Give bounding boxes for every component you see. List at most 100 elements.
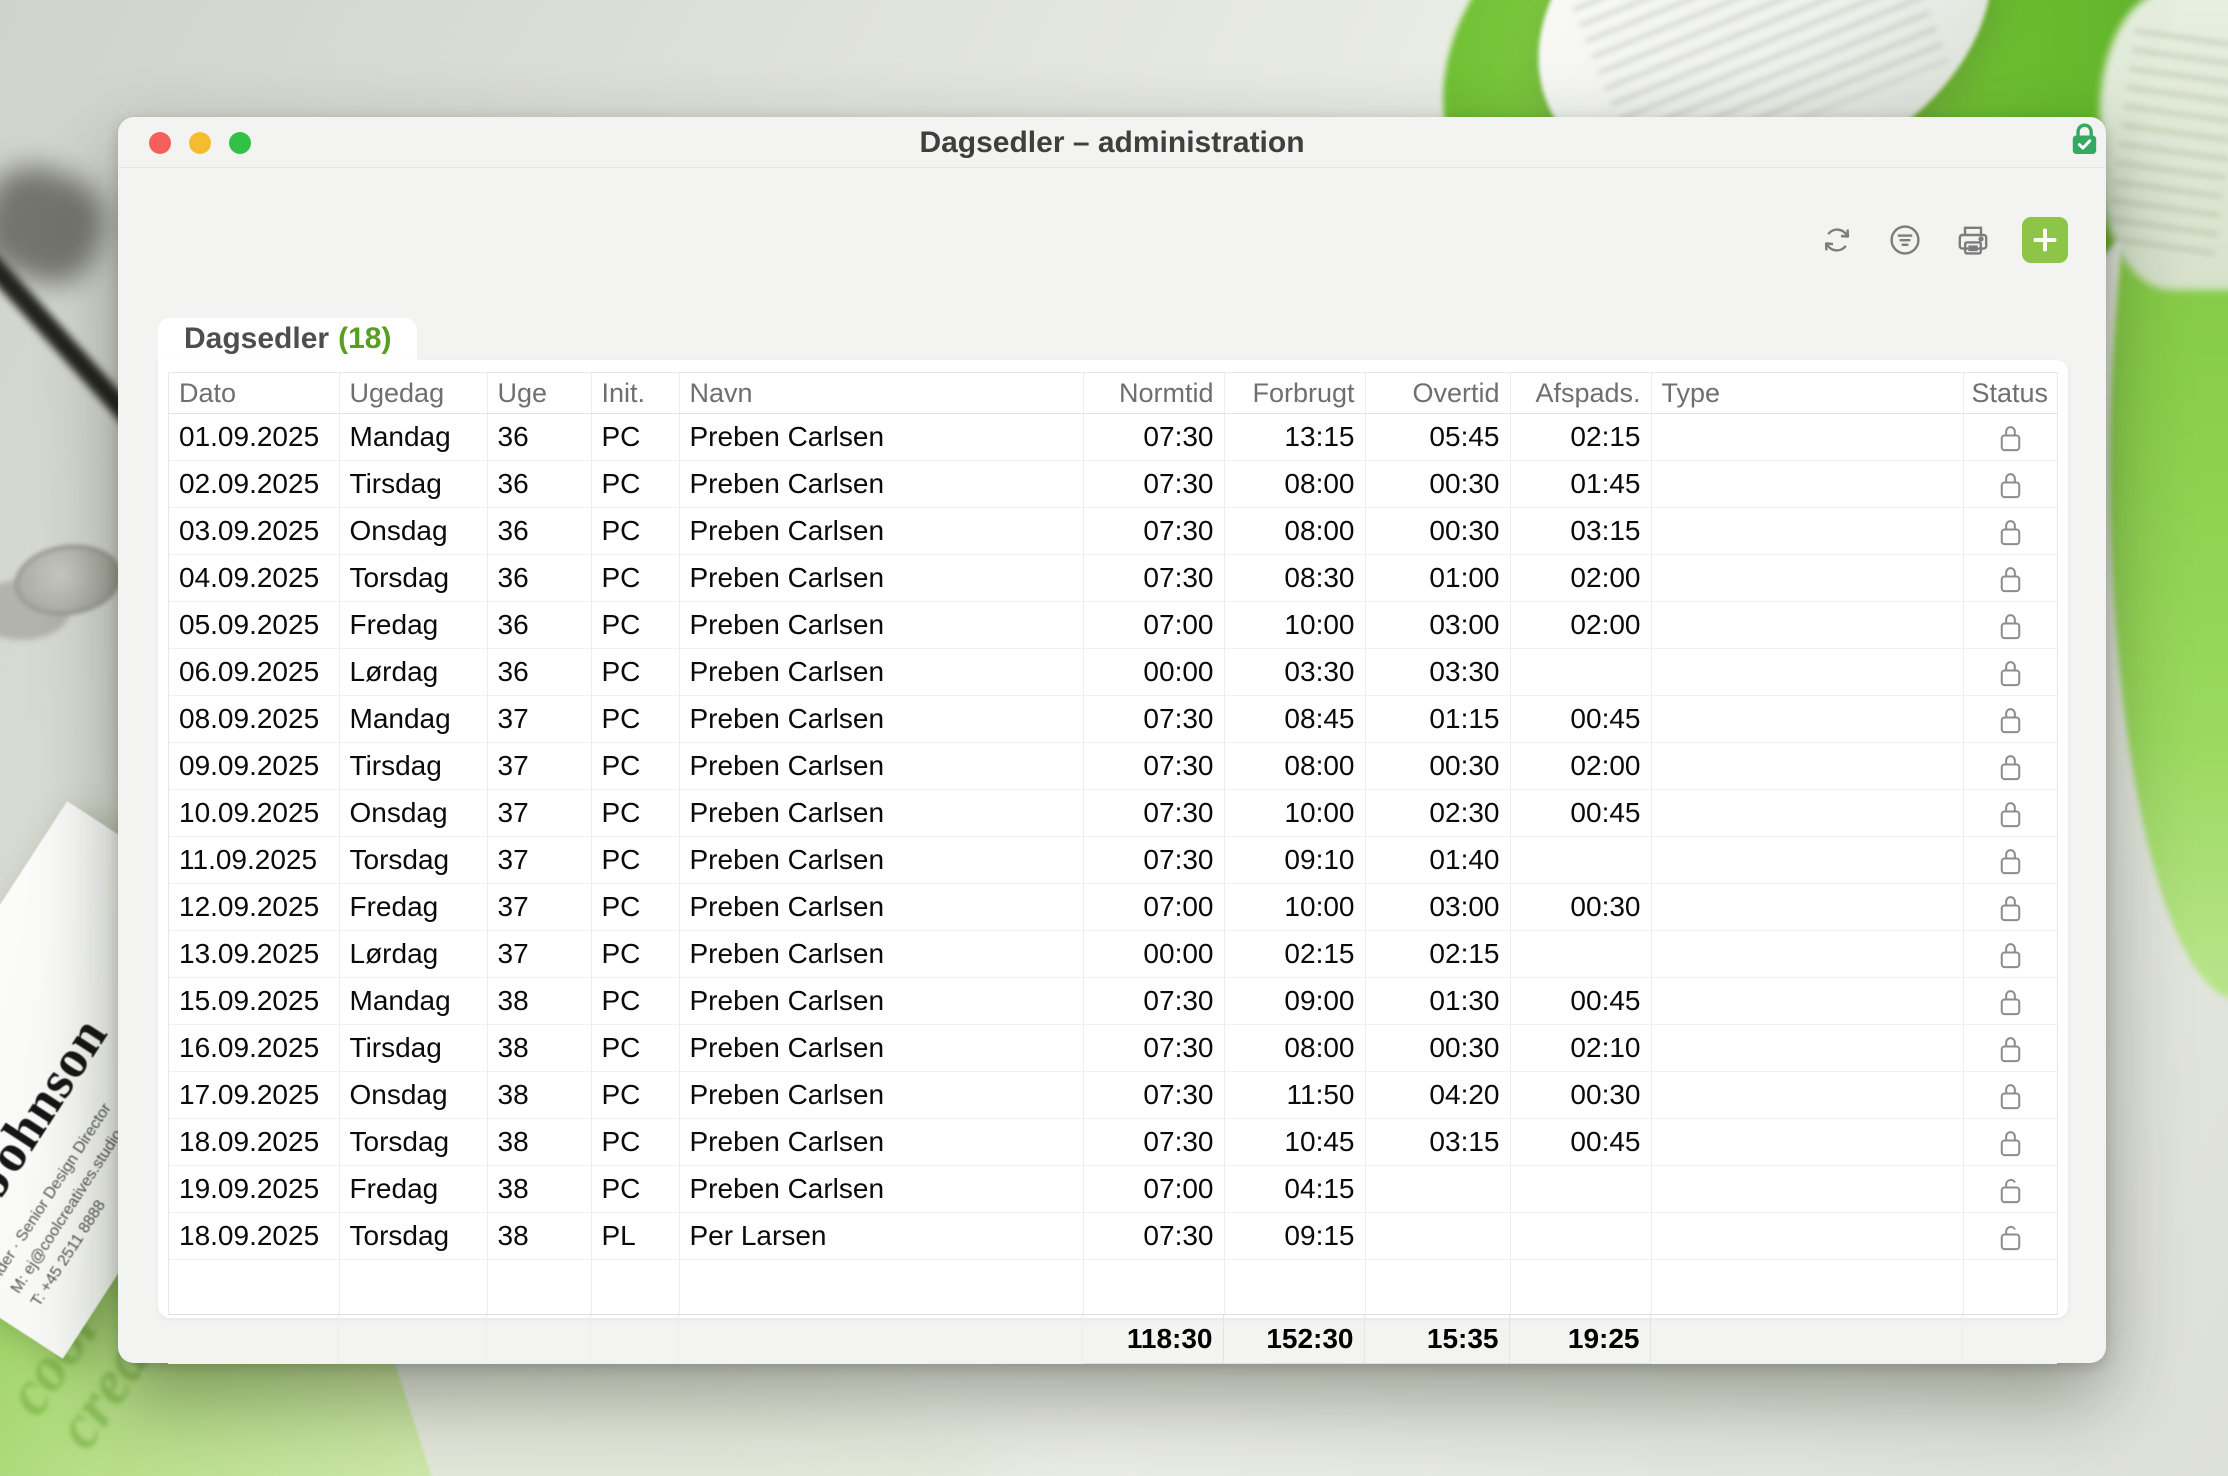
cell-navn: Preben Carlsen (679, 461, 1083, 508)
tab-dagsedler[interactable]: Dagsedler (18) (158, 318, 417, 360)
cell-type (1651, 1213, 1963, 1260)
cell-afspads: 00:30 (1510, 1072, 1651, 1119)
print-button[interactable] (1954, 221, 1992, 259)
cell-navn: Preben Carlsen (679, 414, 1083, 461)
table-row[interactable]: 11.09.2025 Torsdag 37 PC Preben Carlsen … (169, 837, 2058, 884)
cell-forbrugt: 13:15 (1224, 414, 1365, 461)
cell-overtid: 05:45 (1365, 414, 1510, 461)
col-header-type[interactable]: Type (1651, 373, 1963, 414)
table-row[interactable]: 09.09.2025 Tirsdag 37 PC Preben Carlsen … (169, 743, 2058, 790)
cell-forbrugt: 08:00 (1224, 508, 1365, 555)
cell-afspads (1510, 931, 1651, 978)
cell-dato: 02.09.2025 (169, 461, 339, 508)
cell-dato: 13.09.2025 (169, 931, 339, 978)
cell-status (1963, 602, 2058, 649)
table-row[interactable]: 13.09.2025 Lørdag 37 PC Preben Carlsen 0… (169, 931, 2058, 978)
cell-normtid: 07:30 (1083, 790, 1224, 837)
cell-dato: 01.09.2025 (169, 414, 339, 461)
cell-afspads: 01:45 (1510, 461, 1651, 508)
table-row[interactable]: 05.09.2025 Fredag 36 PC Preben Carlsen 0… (169, 602, 2058, 649)
cell-navn: Preben Carlsen (679, 978, 1083, 1025)
col-header-afspads[interactable]: Afspads. (1510, 373, 1651, 414)
lock-closed-icon (1998, 516, 2023, 548)
lock-closed-icon (1998, 892, 2023, 924)
table-row[interactable]: 16.09.2025 Tirsdag 38 PC Preben Carlsen … (169, 1025, 2058, 1072)
col-header-normtid[interactable]: Normtid (1083, 373, 1224, 414)
lock-closed-icon (1998, 1033, 2023, 1065)
cell-overtid: 00:30 (1365, 743, 1510, 790)
col-header-navn[interactable]: Navn (679, 373, 1083, 414)
cell-init: PC (591, 837, 679, 884)
cell-uge: 38 (487, 1166, 591, 1213)
col-header-uge[interactable]: Uge (487, 373, 591, 414)
cell-dato: 08.09.2025 (169, 696, 339, 743)
cell-type (1651, 1166, 1963, 1213)
table-row[interactable]: 12.09.2025 Fredag 37 PC Preben Carlsen 0… (169, 884, 2058, 931)
lock-open-icon (1998, 1174, 2023, 1206)
col-header-forbrugt[interactable]: Forbrugt (1224, 373, 1365, 414)
cell-forbrugt: 08:00 (1224, 461, 1365, 508)
cell-forbrugt: 08:30 (1224, 555, 1365, 602)
col-header-overtid[interactable]: Overtid (1365, 373, 1510, 414)
cell-init: PC (591, 1119, 679, 1166)
cell-status (1963, 555, 2058, 602)
table-row[interactable]: 18.09.2025 Torsdag 38 PL Per Larsen 07:3… (169, 1213, 2058, 1260)
table-row[interactable]: 17.09.2025 Onsdag 38 PC Preben Carlsen 0… (169, 1072, 2058, 1119)
filter-button[interactable] (1886, 221, 1924, 259)
cell-overtid: 00:30 (1365, 1025, 1510, 1072)
cell-ugedag: Onsdag (339, 1072, 487, 1119)
table-row[interactable]: 19.09.2025 Fredag 38 PC Preben Carlsen 0… (169, 1166, 2058, 1213)
cell-uge: 38 (487, 1072, 591, 1119)
cell-type (1651, 414, 1963, 461)
table-row[interactable]: 18.09.2025 Torsdag 38 PC Preben Carlsen … (169, 1119, 2058, 1166)
table-row[interactable]: 03.09.2025 Onsdag 36 PC Preben Carlsen 0… (169, 508, 2058, 555)
cell-afspads (1510, 1213, 1651, 1260)
table-row[interactable]: 02.09.2025 Tirsdag 36 PC Preben Carlsen … (169, 461, 2058, 508)
cell-navn: Preben Carlsen (679, 1166, 1083, 1213)
table-row[interactable]: 06.09.2025 Lørdag 36 PC Preben Carlsen 0… (169, 649, 2058, 696)
cell-type (1651, 555, 1963, 602)
table-row[interactable]: 10.09.2025 Onsdag 37 PC Preben Carlsen 0… (169, 790, 2058, 837)
add-button[interactable] (2022, 217, 2068, 263)
col-header-init[interactable]: Init. (591, 373, 679, 414)
table-row[interactable]: 08.09.2025 Mandag 37 PC Preben Carlsen 0… (169, 696, 2058, 743)
col-header-status[interactable]: Status (1963, 373, 2058, 414)
table-row[interactable]: 15.09.2025 Mandag 38 PC Preben Carlsen 0… (169, 978, 2058, 1025)
cell-status (1963, 1213, 2058, 1260)
lock-closed-icon (1998, 563, 2023, 595)
table-row[interactable]: 04.09.2025 Torsdag 36 PC Preben Carlsen … (169, 555, 2058, 602)
cell-forbrugt: 09:00 (1224, 978, 1365, 1025)
cell-afspads (1510, 649, 1651, 696)
cell-navn: Preben Carlsen (679, 1025, 1083, 1072)
table-row[interactable]: 01.09.2025 Mandag 36 PC Preben Carlsen 0… (169, 414, 2058, 461)
cell-init: PC (591, 1072, 679, 1119)
secure-lock-icon (2071, 122, 2098, 156)
cell-forbrugt: 08:00 (1224, 743, 1365, 790)
cell-uge: 37 (487, 790, 591, 837)
cell-init: PC (591, 696, 679, 743)
cell-ugedag: Tirsdag (339, 1025, 487, 1072)
cell-type (1651, 743, 1963, 790)
cell-normtid: 07:30 (1083, 837, 1224, 884)
col-header-dato[interactable]: Dato (169, 373, 339, 414)
cell-ugedag: Fredag (339, 602, 487, 649)
cell-dato: 11.09.2025 (169, 837, 339, 884)
cell-init: PC (591, 508, 679, 555)
cell-navn: Preben Carlsen (679, 508, 1083, 555)
lock-closed-icon (1998, 422, 2023, 454)
card-name-text: na Johnson (0, 1006, 120, 1268)
titlebar[interactable]: Dagsedler – administration (118, 117, 2106, 168)
col-header-ugedag[interactable]: Ugedag (339, 373, 487, 414)
cell-overtid (1365, 1213, 1510, 1260)
cell-overtid: 04:20 (1365, 1072, 1510, 1119)
cell-type (1651, 696, 1963, 743)
lock-closed-icon (1998, 1080, 2023, 1112)
total-normtid: 118:30 (1082, 1315, 1223, 1364)
cell-status (1963, 649, 2058, 696)
refresh-button[interactable] (1818, 221, 1856, 259)
cell-normtid: 07:30 (1083, 555, 1224, 602)
cell-uge: 37 (487, 696, 591, 743)
cell-afspads: 02:00 (1510, 555, 1651, 602)
cell-dato: 06.09.2025 (169, 649, 339, 696)
cell-normtid: 07:30 (1083, 1119, 1224, 1166)
